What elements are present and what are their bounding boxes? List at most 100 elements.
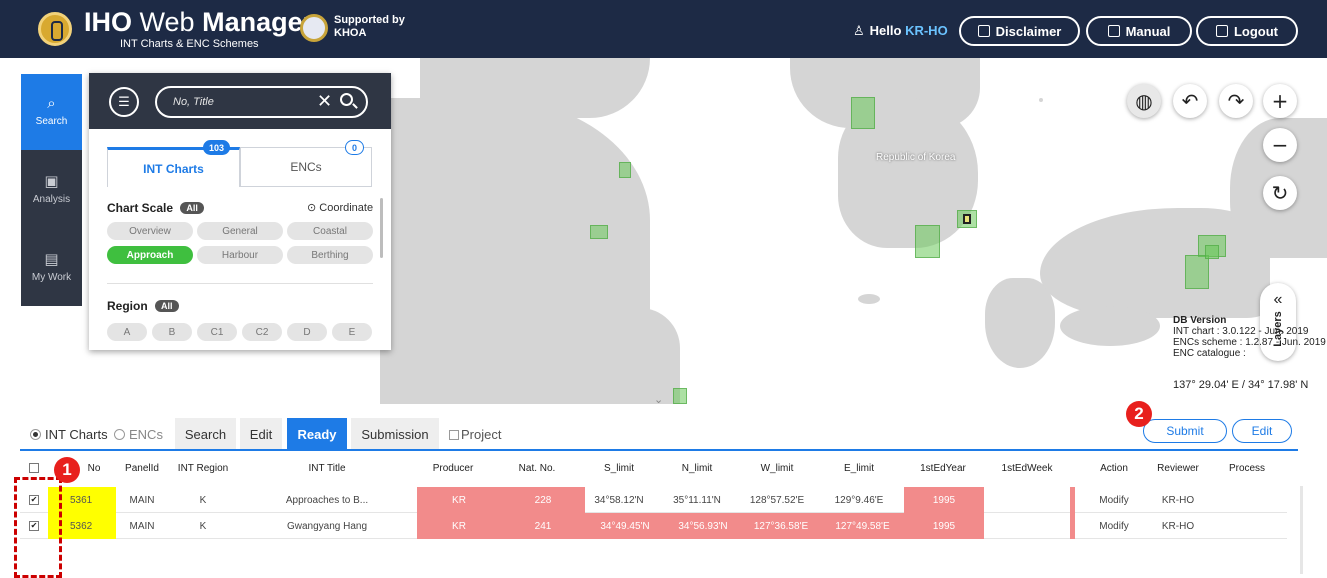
col-no[interactable]: No — [74, 455, 114, 481]
col-int-title[interactable]: INT Title — [240, 455, 414, 481]
chart-tile[interactable] — [1205, 245, 1219, 259]
cell-e-limit: 129°9.46'E — [834, 494, 884, 506]
cell-w-limit: 128°57.52'E — [749, 494, 805, 506]
table-row[interactable]: ✔ 5361 MAIN K Approaches to B... KR 228 … — [20, 487, 1287, 513]
chart-tile[interactable] — [619, 162, 631, 178]
cell-int-region: K — [199, 494, 207, 506]
document-icon — [977, 25, 990, 37]
region-chip-e[interactable]: E — [332, 323, 372, 341]
search-input[interactable] — [173, 96, 303, 108]
tab-search[interactable]: Search — [175, 418, 236, 450]
close-icon[interactable]: ✕ — [317, 91, 332, 112]
cell-process — [1210, 487, 1284, 513]
scale-chip-general[interactable]: General — [197, 222, 283, 240]
cell-action[interactable]: Modify — [1082, 487, 1146, 513]
chevron-down-icon[interactable]: ⌄ — [654, 393, 663, 404]
search-icon[interactable] — [340, 93, 353, 106]
rail-item-search[interactable]: ⌕ Search — [21, 74, 82, 150]
zoom-in-button[interactable]: + — [1263, 84, 1297, 118]
col-n-limit[interactable]: N_limit — [664, 455, 730, 481]
zoom-out-button[interactable]: − — [1263, 128, 1297, 162]
annotation-checkbox-highlight — [14, 477, 62, 578]
col-panelid[interactable]: PanelId — [116, 455, 168, 481]
redo-button[interactable]: ↷ — [1219, 84, 1253, 118]
region-chip-a[interactable]: A — [107, 323, 147, 341]
region-all-chip[interactable]: All — [155, 300, 179, 312]
chart-tile[interactable] — [915, 225, 940, 258]
chart-scale-all-chip[interactable]: All — [180, 202, 204, 214]
select-all-checkbox[interactable] — [29, 463, 39, 473]
radio-int-charts[interactable]: INT Charts — [30, 427, 108, 442]
disclaimer-button[interactable]: Disclaimer — [959, 16, 1080, 46]
scale-chip-harbour[interactable]: Harbour — [197, 246, 283, 264]
search-icon: ⌕ — [47, 94, 56, 112]
search-panel: ☰ ✕ INT Charts ENCs 103 0 Chart Scale Al… — [89, 73, 391, 350]
rail-item-mywork[interactable]: ▤ My Work — [21, 230, 82, 306]
tab-edit[interactable]: Edit — [240, 418, 282, 450]
cursor-coordinates: 137° 29.04' E / 34° 17.98' N — [1165, 375, 1325, 395]
disclaimer-label: Disclaimer — [995, 23, 1062, 39]
app-title: IHO Web Manager — [84, 6, 313, 38]
manual-button[interactable]: Manual — [1086, 16, 1192, 46]
supported-line-2: KHOA — [334, 27, 367, 39]
submit-button[interactable]: Submit — [1143, 419, 1227, 443]
col-nat-no[interactable]: Nat. No. — [502, 455, 572, 481]
chart-tile[interactable] — [673, 388, 687, 404]
int-count-badge: 103 — [203, 140, 231, 155]
scale-chip-overview[interactable]: Overview — [107, 222, 193, 240]
scale-chip-coastal[interactable]: Coastal — [287, 222, 373, 240]
col-1st-ed-week[interactable]: 1stEdWeek — [990, 455, 1064, 481]
col-e-limit[interactable]: E_limit — [824, 455, 894, 481]
tab-submission[interactable]: Submission — [351, 418, 439, 450]
scale-chip-approach[interactable]: Approach — [107, 246, 193, 264]
col-action[interactable]: Action — [1082, 455, 1146, 481]
undo-button[interactable]: ↶ — [1173, 84, 1207, 118]
chart-tile[interactable] — [851, 97, 875, 129]
col-reviewer[interactable]: Reviewer — [1146, 455, 1210, 481]
cell-producer: KR — [417, 487, 501, 513]
tab-ready[interactable]: Ready — [287, 418, 347, 450]
globe-button[interactable]: ◍ — [1127, 84, 1161, 118]
cell-nat-no: 228 — [501, 487, 585, 513]
land-japan-shikoku — [1060, 306, 1160, 346]
col-process[interactable]: Process — [1210, 455, 1284, 481]
list-menu-button[interactable]: ☰ — [109, 87, 139, 117]
rail-search-label: Search — [35, 116, 68, 127]
col-s-limit[interactable]: S_limit — [586, 455, 652, 481]
region-label: Region — [107, 299, 148, 313]
chart-tile-selected[interactable] — [963, 214, 971, 224]
annotation-badge-2: 2 — [1126, 401, 1152, 427]
rail-item-analysis[interactable]: ▣ Analysis — [21, 152, 82, 228]
cell-action[interactable]: Modify — [1082, 513, 1146, 539]
app-frame: IHO Web Manager INT Charts & ENC Schemes… — [0, 0, 1327, 578]
col-producer[interactable]: Producer — [418, 455, 488, 481]
db-enc-catalogue: ENC catalogue : — [1173, 348, 1246, 359]
region-chip-c2[interactable]: C2 — [242, 323, 282, 341]
panel-scrollbar[interactable] — [380, 198, 383, 258]
db-enc-scheme-version: ENCs scheme : 1.2.87 - Jun. 2019 — [1173, 337, 1326, 348]
chart-tile[interactable] — [1185, 255, 1209, 289]
coordinate-link[interactable]: ⊙ Coordinate — [307, 201, 373, 214]
rail-analysis-label: Analysis — [32, 194, 71, 205]
table-row[interactable]: ✔ 5362 MAIN K Gwangyang Hang KR 241 34°4… — [20, 513, 1287, 539]
project-checkbox[interactable]: Project — [449, 427, 501, 442]
table-scrollbar[interactable] — [1300, 486, 1303, 574]
edit-button[interactable]: Edit — [1232, 419, 1292, 443]
cell-1st-ed-week — [990, 487, 1064, 513]
region-section: Region All — [107, 299, 179, 313]
radio-encs[interactable]: ENCs — [114, 427, 163, 442]
coordinate-label: Coordinate — [319, 202, 374, 214]
region-chip-d[interactable]: D — [287, 323, 327, 341]
scale-chip-berthing[interactable]: Berthing — [287, 246, 373, 264]
col-w-limit[interactable]: W_limit — [742, 455, 812, 481]
region-chip-c1[interactable]: C1 — [197, 323, 237, 341]
radio-dot-unchecked — [114, 429, 125, 440]
cell-1st-ed-week — [990, 513, 1064, 539]
region-chip-b[interactable]: B — [152, 323, 192, 341]
chart-tile[interactable] — [590, 225, 608, 239]
logout-button[interactable]: Logout — [1196, 16, 1298, 46]
col-int-region[interactable]: INT Region — [170, 455, 236, 481]
reset-rotation-button[interactable]: ↻ — [1263, 176, 1297, 210]
col-1st-ed-year[interactable]: 1stEdYear — [908, 455, 978, 481]
land-island-small — [1039, 98, 1043, 102]
